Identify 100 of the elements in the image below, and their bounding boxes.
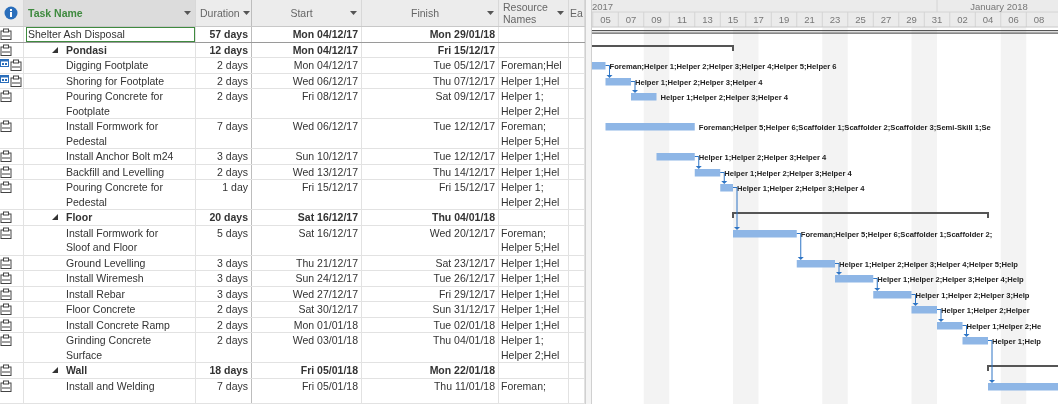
task-bar[interactable] [873, 291, 912, 299]
column-header[interactable]: Task Name [24, 0, 196, 26]
task-name: Shelter Ash Disposal [26, 27, 195, 42]
collapse-icon[interactable] [52, 367, 58, 373]
start-date: Sat 16/12/17 [298, 226, 358, 239]
finish-date: Tue 12/12/17 [433, 150, 495, 162]
task-bar[interactable] [937, 322, 963, 330]
timescale-day: 06 [1008, 14, 1019, 25]
duration-cell: 7 days [217, 379, 248, 392]
duration-cell: 3 days [217, 256, 248, 269]
finish-date: Fri 29/12/17 [438, 287, 495, 300]
duration-cell: 20 days [209, 211, 248, 223]
collapse-icon[interactable] [52, 214, 58, 220]
finish-date: Sat 23/12/17 [435, 256, 495, 269]
duration-cell: 3 days [217, 287, 248, 300]
pane-splitter[interactable] [585, 0, 592, 404]
finish-date: Sun 31/12/17 [432, 303, 495, 315]
start-date: Mon 04/12/17 [292, 43, 358, 56]
timescale-day: 15 [727, 14, 739, 25]
dropdown-caret-icon[interactable] [350, 11, 357, 15]
finish-date: Tue 05/12/17 [433, 59, 495, 71]
task-name: Grinding Concrete Surface [65, 333, 153, 362]
duration-cell: 7 days [217, 120, 248, 132]
task-bar[interactable] [631, 93, 657, 101]
task-mode-icon [10, 59, 22, 71]
start-date: Wed 06/12/17 [292, 74, 358, 87]
resource-names: Helper 1;Hel [501, 256, 560, 269]
timescale-day: 09 [651, 14, 662, 25]
finish-date: Thu 07/12/17 [433, 74, 495, 87]
start-date: Wed 03/01/18 [292, 334, 358, 346]
duration-cell: 1 day [222, 181, 248, 193]
task-bar[interactable] [835, 275, 874, 283]
task-bar[interactable] [605, 123, 695, 131]
duration-cell: 2 days [217, 59, 248, 71]
duration-cell: 57 days [209, 28, 248, 40]
task-name: Floor [65, 210, 94, 225]
task-bar[interactable] [962, 337, 988, 345]
timescale-day: 13 [702, 14, 713, 25]
timescale-day: 19 [778, 14, 790, 25]
task-name: Install Concrete Ramp [65, 317, 171, 332]
finish-date: Sat 09/12/17 [435, 90, 495, 102]
task-name: Install and Welding [65, 378, 156, 393]
start-date: Wed 06/12/17 [292, 120, 358, 132]
resource-names: Helper 1; Helper 2;Hel [501, 334, 560, 361]
task-bar[interactable] [605, 78, 631, 86]
dropdown-caret-icon[interactable] [557, 11, 564, 15]
start-date: Wed 27/12/17 [292, 287, 358, 300]
timescale-day: 21 [804, 14, 815, 25]
timescale-day: 05 [600, 14, 611, 25]
resource-names: Foreman; Helper 5;Hel [501, 226, 560, 253]
resource-names: Helper 1;Hel [501, 318, 560, 331]
column-label: Start [289, 7, 314, 19]
start-date: Fri 08/12/17 [301, 90, 358, 102]
resource-names: Helper 1;Hel [501, 287, 560, 300]
duration-cell: 12 days [209, 43, 248, 56]
start-date: Fri 05/01/18 [301, 379, 358, 392]
dropdown-caret-icon[interactable] [184, 11, 191, 15]
finish-date: Thu 14/12/17 [433, 165, 495, 178]
dropdown-caret-icon[interactable] [487, 11, 494, 15]
timescale-day: 02 [957, 14, 968, 25]
resource-names: Helper 1; Helper 2;Hel [501, 90, 560, 117]
duration-cell: 2 days [217, 90, 248, 102]
task-bar[interactable] [796, 260, 835, 268]
timescale-month: January 2018 [970, 0, 1028, 12]
duration-cell: 3 days [217, 150, 248, 162]
column-label: Finish [410, 7, 440, 19]
task-bar[interactable] [592, 62, 606, 70]
column-header[interactable]: Ea [569, 0, 585, 26]
dropdown-caret-icon[interactable] [242, 11, 250, 15]
resource-names: Helper 1;Hel [501, 74, 560, 87]
finish-date: Thu 11/01/18 [433, 379, 495, 392]
duration-cell: 18 days [209, 364, 248, 376]
task-mode-icon [10, 74, 22, 87]
resource-names: Helper 1;Hel [501, 165, 560, 178]
collapse-icon[interactable] [52, 46, 58, 53]
duration-cell: 2 days [217, 318, 248, 331]
start-date: Mon 04/12/17 [292, 28, 358, 40]
timescale-day: 17 [753, 14, 764, 25]
start-date: Mon 01/01/18 [293, 318, 358, 331]
finish-date: Thu 04/01/18 [433, 334, 495, 346]
resource-names: Helper 1;Hel [501, 272, 560, 284]
task-name: Floor Concrete [65, 302, 137, 317]
task-bar[interactable] [733, 230, 797, 238]
timescale-day: 29 [906, 14, 917, 25]
resource-names: Helper 1; Helper 2;Hel [501, 181, 560, 208]
timescale-day: 25 [855, 14, 866, 25]
task-name: Pouring Concrete for Footplate [65, 89, 164, 118]
task-bar[interactable] [694, 169, 721, 177]
task-bar[interactable] [656, 153, 695, 161]
task-bar[interactable] [911, 306, 937, 314]
summary-bar [987, 365, 1058, 372]
task-name: Backfill and Levelling [65, 164, 166, 179]
duration-cell: 2 days [217, 334, 248, 346]
timescale-day: 04 [982, 14, 994, 25]
finish-date: Fri 15/12/17 [437, 43, 495, 56]
start-date: Sat 30/12/17 [298, 303, 358, 315]
task-name: Install Anchor Bolt m24 [65, 149, 175, 164]
duration-cell: 2 days [217, 74, 248, 87]
task-bar[interactable] [988, 383, 1058, 391]
task-bar[interactable] [720, 184, 733, 192]
